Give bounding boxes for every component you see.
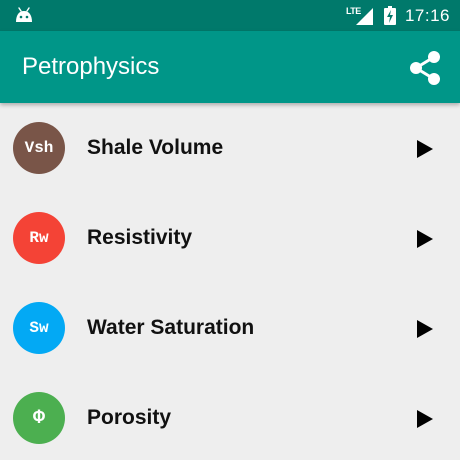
- app-title: Petrophysics: [22, 53, 160, 80]
- status-bar: LTE 17:16: [0, 0, 460, 31]
- screen: LTE 17:16 Petrophysics Vsh Shale Volume …: [0, 0, 460, 460]
- list-item-resistivity[interactable]: Rw Resistivity: [0, 193, 460, 283]
- avatar-resistivity: Rw: [13, 212, 65, 264]
- battery-charging-icon: [383, 6, 396, 25]
- play-arrow-icon: [417, 410, 433, 428]
- android-icon: [16, 7, 32, 22]
- item-label-porosity: Porosity: [87, 406, 172, 429]
- signal-icon: LTE: [346, 6, 374, 25]
- avatar-porosity: Φ: [13, 392, 65, 444]
- item-label-shale-volume: Shale Volume: [87, 136, 224, 159]
- status-icons: LTE 17:16: [346, 0, 450, 31]
- item-label-water-saturation: Water Saturation: [87, 316, 255, 339]
- play-arrow-icon: [417, 140, 433, 158]
- avatar-water-saturation: Sw: [13, 302, 65, 354]
- topic-list: Vsh Shale Volume Rw Resistivity Sw Water…: [0, 103, 460, 460]
- list-item-water-saturation[interactable]: Sw Water Saturation: [0, 283, 460, 373]
- play-arrow-icon: [417, 320, 433, 338]
- list-item-porosity[interactable]: Φ Porosity: [0, 373, 460, 460]
- play-arrow-icon: [417, 230, 433, 248]
- avatar-shale-volume: Vsh: [13, 122, 65, 174]
- item-label-resistivity: Resistivity: [87, 226, 193, 249]
- share-button[interactable]: [406, 49, 444, 87]
- app-bar: Petrophysics: [0, 31, 460, 103]
- share-icon: [410, 51, 440, 85]
- list-item-shale-volume[interactable]: Vsh Shale Volume: [0, 103, 460, 193]
- status-time: 17:16: [404, 5, 450, 25]
